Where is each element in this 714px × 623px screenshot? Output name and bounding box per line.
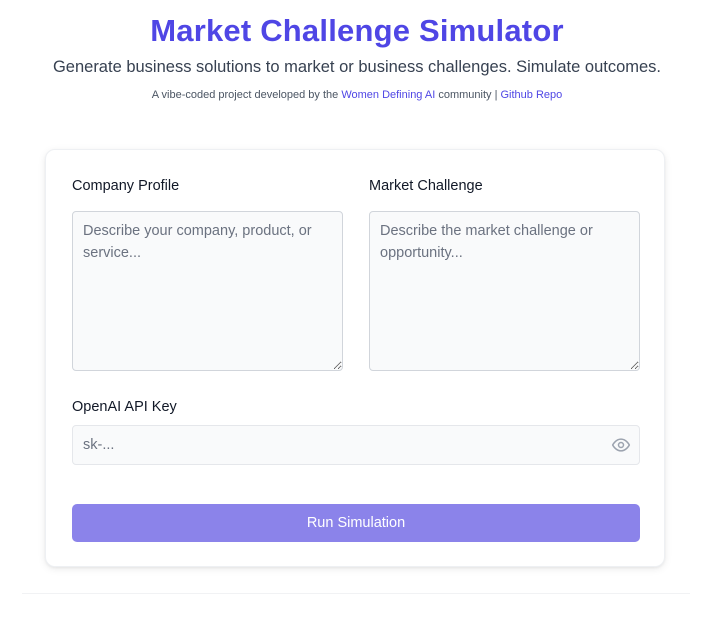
credits-middle: community | <box>435 89 501 101</box>
credits-line: A vibe-coded project developed by the Wo… <box>0 87 714 103</box>
api-key-field <box>72 425 640 465</box>
api-key-input[interactable] <box>73 426 603 464</box>
market-challenge-textarea[interactable] <box>369 211 640 371</box>
api-key-label: OpenAI API Key <box>72 399 177 415</box>
credits-prefix: A vibe-coded project developed by the <box>151 89 342 101</box>
women-defining-ai-link[interactable]: Women Defining AI <box>341 89 435 101</box>
company-profile-label: Company Profile <box>72 178 180 194</box>
page: Market Challenge Simulator Generate busi… <box>0 0 714 623</box>
eye-icon[interactable] <box>611 435 631 455</box>
company-profile-textarea[interactable] <box>72 211 343 371</box>
run-simulation-button[interactable]: Run Simulation <box>72 504 640 542</box>
footer-divider <box>22 593 690 594</box>
github-repo-link[interactable]: Github Repo <box>501 89 563 101</box>
header: Market Challenge Simulator Generate busi… <box>0 0 714 103</box>
market-challenge-label: Market Challenge <box>369 178 483 194</box>
simulation-form-card: Company Profile Market Challenge OpenAI … <box>45 149 665 567</box>
page-title: Market Challenge Simulator <box>150 13 564 48</box>
page-subtitle: Generate business solutions to market or… <box>52 58 662 76</box>
